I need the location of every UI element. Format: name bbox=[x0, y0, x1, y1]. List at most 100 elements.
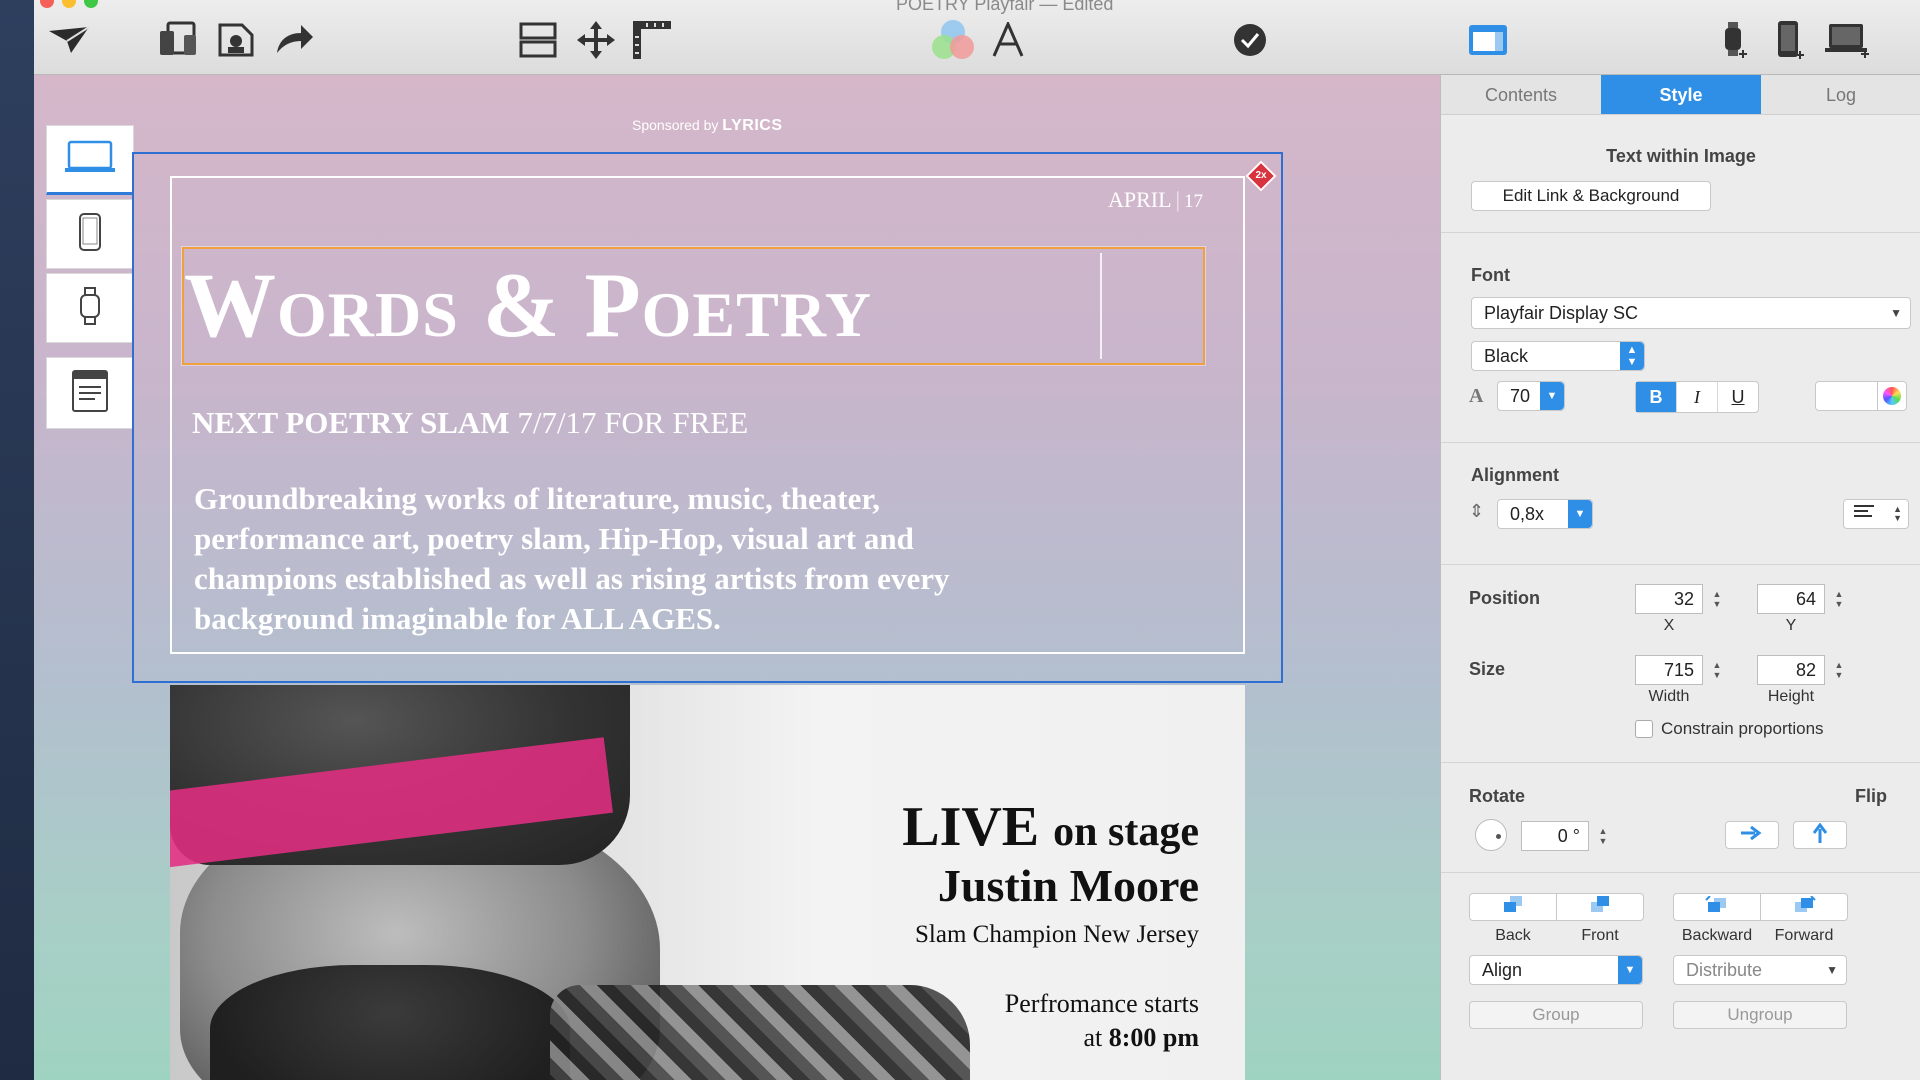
chevron-down-icon: ▼ bbox=[1826, 963, 1838, 977]
position-y-stepper[interactable]: ▲ ▼ bbox=[1832, 584, 1846, 614]
watch-add-icon[interactable] bbox=[1714, 18, 1754, 62]
bring-to-front-button[interactable] bbox=[1556, 893, 1644, 921]
poster-body-text: Groundbreaking works of literature, musi… bbox=[194, 481, 950, 636]
next-slam-label: NEXT POETRY SLAM bbox=[192, 405, 510, 440]
arrow-right-icon bbox=[1741, 825, 1763, 846]
alignment-label: Alignment bbox=[1471, 465, 1559, 485]
size-width-input[interactable]: 715 bbox=[1635, 655, 1703, 685]
underline-button[interactable]: U bbox=[1718, 382, 1758, 412]
position-label: Position bbox=[1469, 588, 1540, 608]
headline-editing-box[interactable]: Words & Poetry bbox=[182, 247, 1205, 365]
share-icon[interactable] bbox=[272, 18, 316, 62]
flip-vertical-button[interactable] bbox=[1793, 821, 1847, 849]
group-button[interactable]: Group bbox=[1469, 1001, 1643, 1029]
rotation-dial[interactable] bbox=[1475, 819, 1507, 851]
send-to-back-button[interactable] bbox=[1469, 893, 1557, 921]
font-section: Font Playfair Display SC ▼ Black ▲ ▼ A 70… bbox=[1441, 233, 1920, 443]
size-width-stepper[interactable]: ▲ ▼ bbox=[1710, 655, 1724, 685]
size-height-input[interactable]: 82 bbox=[1757, 655, 1825, 685]
beard-shape bbox=[210, 965, 570, 1080]
device-newsletter-button[interactable] bbox=[46, 357, 134, 429]
font-size-icon: A bbox=[1469, 385, 1484, 407]
color-picker-button[interactable] bbox=[1877, 381, 1907, 411]
device-laptop-button[interactable] bbox=[46, 125, 134, 195]
arrow-up-icon bbox=[1812, 822, 1828, 848]
color-wheel-icon bbox=[1883, 387, 1901, 405]
font-color-well[interactable] bbox=[1815, 381, 1879, 411]
device-palette bbox=[46, 125, 134, 433]
position-x-input[interactable]: 32 bbox=[1635, 584, 1703, 614]
inspector-tabs: Contents Style Log bbox=[1441, 75, 1920, 115]
geometry-section: Position 32 ▲ ▼ X 64 ▲ ▼ Y Size 715 ▲ ▼ Wid… bbox=[1441, 565, 1920, 763]
send-back-icon bbox=[1502, 895, 1524, 919]
position-y-input[interactable]: 64 bbox=[1757, 584, 1825, 614]
constrain-proportions-checkbox[interactable] bbox=[1635, 720, 1653, 738]
text-align-select[interactable]: ▲ ▼ bbox=[1843, 499, 1909, 529]
paper-plane-icon[interactable] bbox=[46, 18, 92, 62]
bold-button[interactable]: B bbox=[1636, 382, 1677, 412]
device-watch-button[interactable] bbox=[46, 273, 134, 343]
layout-icon[interactable] bbox=[516, 18, 560, 62]
align-select-value: Align bbox=[1482, 959, 1523, 980]
toolbar: POETRY Playfair — Edited bbox=[34, 0, 1920, 75]
sponsor-prefix: Sponsored by bbox=[632, 117, 719, 133]
tab-log[interactable]: Log bbox=[1761, 75, 1920, 114]
next-slam-line: NEXT POETRY SLAM 7/7/17 FOR FREE bbox=[192, 405, 748, 441]
size-height-label: Height bbox=[1767, 688, 1815, 705]
document-image-icon[interactable] bbox=[214, 18, 258, 62]
align-left-icon bbox=[1854, 504, 1874, 525]
position-y-label: Y bbox=[1785, 617, 1797, 634]
font-weight-select[interactable]: Black ▲ ▼ bbox=[1471, 341, 1645, 371]
live-heading: LIVE on stage bbox=[902, 795, 1199, 859]
ruler-icon[interactable] bbox=[630, 18, 674, 62]
move-icon[interactable] bbox=[574, 18, 618, 62]
newsletter-icon bbox=[71, 369, 109, 418]
font-icon[interactable] bbox=[988, 18, 1028, 62]
phone-icon bbox=[77, 212, 103, 257]
devices-icon[interactable] bbox=[158, 18, 202, 62]
date-month: APRIL bbox=[1108, 187, 1172, 212]
flip-horizontal-button[interactable] bbox=[1725, 821, 1779, 849]
font-family-select[interactable]: Playfair Display SC ▼ bbox=[1471, 297, 1911, 329]
italic-button[interactable]: I bbox=[1677, 382, 1718, 412]
poster-headline[interactable]: Words & Poetry bbox=[184, 255, 872, 355]
send-backward-icon bbox=[1704, 894, 1730, 919]
device-phone-button[interactable] bbox=[46, 199, 134, 269]
line-height-select[interactable]: 0,8x ▼ bbox=[1497, 499, 1593, 529]
window-panel-icon[interactable] bbox=[1466, 18, 1510, 62]
font-size-select[interactable]: 70 ▼ bbox=[1497, 381, 1565, 411]
zoom-window-button[interactable] bbox=[84, 0, 98, 8]
align-select[interactable]: Align ▼ bbox=[1469, 955, 1643, 985]
size-width-label: Width bbox=[1648, 688, 1690, 705]
minimize-window-button[interactable] bbox=[62, 0, 76, 8]
performance-start: Perfromance starts at 8:00 pm bbox=[1005, 987, 1199, 1055]
line-height-value: 0,8x bbox=[1510, 503, 1545, 524]
line-height-icon: ⇕ bbox=[1469, 501, 1485, 521]
checkmark-icon[interactable] bbox=[1230, 18, 1270, 62]
color-circles-icon[interactable] bbox=[928, 18, 978, 62]
sponsor-line: Sponsored by LYRICS bbox=[632, 117, 783, 135]
position-x-stepper[interactable]: ▲ ▼ bbox=[1710, 584, 1724, 614]
font-size-value: 70 bbox=[1510, 385, 1531, 406]
tab-style[interactable]: Style bbox=[1601, 75, 1761, 114]
phone-add-icon[interactable] bbox=[1770, 18, 1810, 62]
edit-link-background-button[interactable]: Edit Link & Background bbox=[1471, 181, 1711, 211]
distribute-select[interactable]: Distribute ▼ bbox=[1673, 955, 1847, 985]
date-day: 17 bbox=[1183, 191, 1203, 212]
performer-photo: LIVE on stage Justin Moore Slam Champion… bbox=[170, 685, 1245, 1080]
desktop-edge bbox=[0, 0, 34, 1080]
font-family-value: Playfair Display SC bbox=[1484, 302, 1639, 323]
ungroup-button[interactable]: Ungroup bbox=[1673, 1001, 1847, 1029]
bring-forward-button[interactable] bbox=[1760, 893, 1848, 921]
send-backward-button[interactable] bbox=[1673, 893, 1761, 921]
rotation-input[interactable]: 0 ° bbox=[1521, 821, 1589, 851]
distribute-select-value: Distribute bbox=[1686, 959, 1763, 980]
tab-contents[interactable]: Contents bbox=[1441, 75, 1601, 114]
size-height-stepper[interactable]: ▲ ▼ bbox=[1832, 655, 1846, 685]
constrain-proportions-label: Constrain proportions bbox=[1661, 719, 1824, 738]
close-window-button[interactable] bbox=[40, 0, 54, 8]
laptop-add-icon[interactable] bbox=[1824, 18, 1872, 62]
design-canvas[interactable]: Sponsored by LYRICS 2x APRIL | 17 Words & … bbox=[34, 75, 1440, 1080]
rotation-stepper[interactable]: ▲ ▼ bbox=[1596, 821, 1610, 851]
live-rest: on stage bbox=[1053, 809, 1199, 855]
